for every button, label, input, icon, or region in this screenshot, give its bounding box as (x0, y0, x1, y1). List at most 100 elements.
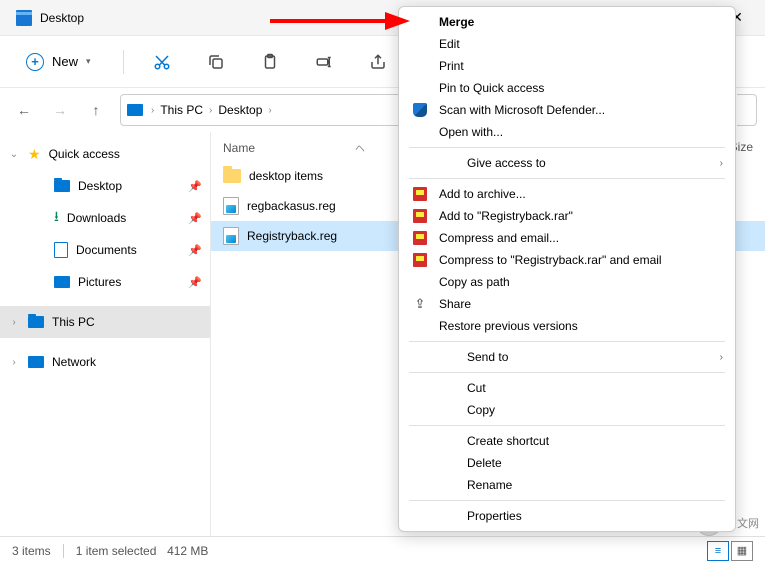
separator (409, 425, 725, 426)
desktop-icon (16, 10, 32, 26)
cm-pin-quick[interactable]: Pin to Quick access (399, 77, 735, 99)
sidebar-item-desktop[interactable]: Desktop 📌 (0, 170, 210, 202)
sort-indicator: ヘ (355, 140, 365, 155)
forward-button[interactable]: → (44, 94, 76, 126)
new-label: New (52, 54, 78, 69)
pin-icon: 📌 (188, 180, 202, 193)
pin-icon: 📌 (188, 212, 202, 225)
sidebar-label: Desktop (78, 179, 122, 193)
up-button[interactable]: ↑ (80, 94, 112, 126)
cm-compress-email[interactable]: Compress and email... (399, 227, 735, 249)
status-items: 3 items (12, 544, 51, 558)
share-icon: ⇪ (411, 296, 429, 312)
download-icon: ⭳ (54, 206, 59, 230)
cm-give-access[interactable]: Give access to› (399, 152, 735, 174)
share-icon[interactable] (362, 46, 394, 78)
chevron-right-icon: › (207, 105, 214, 116)
sidebar-item-network[interactable]: › Network (0, 346, 210, 378)
rar-icon (413, 187, 427, 201)
breadcrumb-current[interactable]: Desktop (214, 103, 266, 117)
sidebar-item-pictures[interactable]: Pictures 📌 (0, 266, 210, 298)
rar-icon (413, 231, 427, 245)
network-icon (28, 356, 44, 368)
chevron-right-icon: › (720, 352, 723, 363)
pc-icon (28, 316, 44, 328)
folder-icon (223, 169, 241, 183)
separator (409, 341, 725, 342)
rar-icon (413, 253, 427, 267)
separator (409, 147, 725, 148)
sidebar: ⌄ ★ Quick access Desktop 📌 ⭳ Downloads 📌… (0, 132, 210, 536)
paste-icon[interactable] (254, 46, 286, 78)
sidebar-label: This PC (52, 315, 95, 329)
search-box[interactable] (737, 94, 757, 126)
cm-scan-defender[interactable]: Scan with Microsoft Defender... (399, 99, 735, 121)
chevron-right-icon: › (720, 158, 723, 169)
breadcrumb-root[interactable]: This PC (156, 103, 207, 117)
cm-rename[interactable]: Rename (399, 474, 735, 496)
statusbar: 3 items 1 item selected 412 MB ≡ ▦ (0, 536, 765, 564)
cm-print[interactable]: Print (399, 55, 735, 77)
sidebar-label: Network (52, 355, 96, 369)
cm-copy[interactable]: Copy (399, 399, 735, 421)
sidebar-label: Pictures (78, 275, 121, 289)
chevron-right-icon: › (8, 357, 20, 368)
rar-icon (413, 209, 427, 223)
context-menu: Merge Edit Print Pin to Quick access Sca… (398, 6, 736, 532)
window-title: Desktop (40, 11, 84, 25)
sidebar-label: Downloads (67, 211, 126, 225)
pin-icon: 📌 (188, 244, 202, 257)
cm-merge[interactable]: Merge (399, 11, 735, 33)
chevron-right-icon: › (8, 317, 20, 328)
chevron-down-icon: ▾ (86, 56, 91, 67)
sidebar-item-downloads[interactable]: ⭳ Downloads 📌 (0, 202, 210, 234)
icons-view-button[interactable]: ▦ (731, 541, 753, 561)
status-selected: 1 item selected (76, 544, 157, 558)
cm-open-with[interactable]: Open with... (399, 121, 735, 143)
plus-icon: + (26, 53, 44, 71)
star-icon: ★ (28, 146, 41, 163)
document-icon (54, 242, 68, 258)
cm-add-to-named[interactable]: Add to "Registryback.rar" (399, 205, 735, 227)
chevron-right-icon: › (266, 105, 273, 116)
cut-icon[interactable] (146, 46, 178, 78)
new-button[interactable]: + New ▾ (16, 47, 101, 77)
cm-create-shortcut[interactable]: Create shortcut (399, 430, 735, 452)
sidebar-item-documents[interactable]: Documents 📌 (0, 234, 210, 266)
pc-icon (127, 104, 143, 116)
pin-icon: 📌 (188, 276, 202, 289)
separator (409, 178, 725, 179)
separator (409, 372, 725, 373)
separator (409, 500, 725, 501)
cm-copy-path[interactable]: Copy as path (399, 271, 735, 293)
divider (63, 544, 64, 558)
sidebar-label: Documents (76, 243, 137, 257)
cm-add-archive[interactable]: Add to archive... (399, 183, 735, 205)
status-size: 412 MB (167, 544, 208, 558)
cm-send-to[interactable]: Send to› (399, 346, 735, 368)
sidebar-quick-access[interactable]: ⌄ ★ Quick access (0, 138, 210, 170)
view-toggles: ≡ ▦ (707, 541, 753, 561)
reg-icon (223, 227, 239, 245)
file-name: desktop items (249, 169, 323, 183)
cm-share[interactable]: ⇪Share (399, 293, 735, 315)
chevron-right-icon: › (149, 105, 156, 116)
cm-compress-named-email[interactable]: Compress to "Registryback.rar" and email (399, 249, 735, 271)
shield-icon (413, 103, 427, 117)
rename-icon[interactable] (308, 46, 340, 78)
cm-delete[interactable]: Delete (399, 452, 735, 474)
sidebar-item-this-pc[interactable]: › This PC (0, 306, 210, 338)
file-name: regbackasus.reg (247, 199, 336, 213)
cm-properties[interactable]: Properties (399, 505, 735, 527)
file-name: Registryback.reg (247, 229, 337, 243)
pictures-icon (54, 276, 70, 288)
sidebar-label: Quick access (49, 147, 120, 161)
cm-edit[interactable]: Edit (399, 33, 735, 55)
reg-icon (223, 197, 239, 215)
cm-restore[interactable]: Restore previous versions (399, 315, 735, 337)
desktop-icon (54, 180, 70, 192)
cm-cut[interactable]: Cut (399, 377, 735, 399)
details-view-button[interactable]: ≡ (707, 541, 729, 561)
back-button[interactable]: ← (8, 94, 40, 126)
copy-icon[interactable] (200, 46, 232, 78)
